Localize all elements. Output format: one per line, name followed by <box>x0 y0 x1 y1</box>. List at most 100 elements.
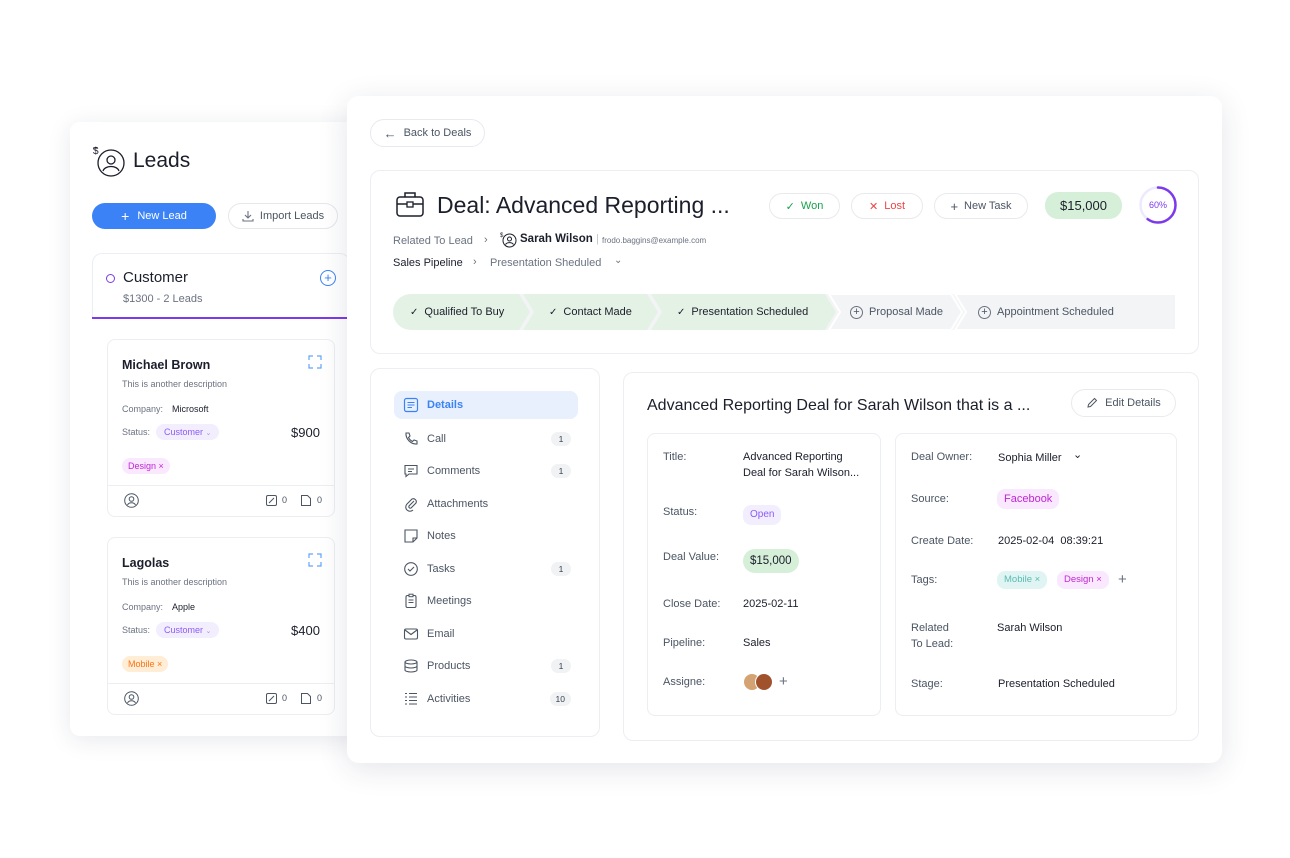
lost-label: Lost <box>884 200 905 212</box>
nav-item-comments[interactable]: Comments 1 <box>394 457 578 485</box>
edit-details-label: Edit Details <box>1105 397 1161 409</box>
title-value-line2: Deal for Sarah Wilson... <box>743 467 860 479</box>
note-icon <box>404 529 418 543</box>
nav-item-notes[interactable]: Notes <box>394 522 578 550</box>
lead-card[interactable]: Michael Brown This is another descriptio… <box>107 339 335 517</box>
back-label: Back to Deals <box>403 127 472 139</box>
progress-ring: 60% <box>1139 186 1177 224</box>
pipeline-label[interactable]: Sales Pipeline <box>393 257 463 269</box>
won-label: Won <box>800 200 824 212</box>
back-to-deals-button[interactable]: ← Back to Deals <box>370 119 485 147</box>
edit-details-button[interactable]: Edit Details <box>1071 389 1176 417</box>
stage-presentation[interactable]: ✓ Presentation Scheduled <box>677 294 808 330</box>
lead-card[interactable]: Lagolas This is another description Comp… <box>107 537 335 715</box>
status-dropdown[interactable]: Customer ⌄ <box>156 622 220 638</box>
nav-item-email[interactable]: Email <box>394 620 578 648</box>
stage-appointment[interactable]: + Appointment Scheduled <box>978 294 1114 330</box>
details-icon <box>403 397 419 413</box>
group-header <box>92 253 350 319</box>
stage-label: Qualified To Buy <box>424 306 505 318</box>
source-label: Source: <box>911 493 949 505</box>
tasks-icon <box>404 562 418 576</box>
tag-chip: Design × <box>1057 571 1109 589</box>
deal-panel: ← Back to Deals Deal: Advanced Reporting… <box>347 96 1222 763</box>
company-label: Company: <box>122 602 164 612</box>
chevron-right-icon: › <box>484 234 488 246</box>
nav-item-details[interactable]: Details <box>394 391 578 419</box>
file-count: 0 <box>317 693 323 703</box>
remove-tag-icon[interactable]: × <box>159 461 164 471</box>
pipeline-stage[interactable]: Presentation Sheduled <box>490 257 601 269</box>
lost-button[interactable]: ✕ Lost <box>851 193 923 219</box>
user-avatar-icon[interactable] <box>124 691 139 706</box>
import-leads-label: Import Leads <box>259 210 325 222</box>
stage-qualified[interactable]: ✓ Qualified To Buy <box>410 294 504 330</box>
edit-note-icon[interactable] <box>266 495 277 506</box>
nav-label: Meetings <box>427 595 472 607</box>
nav-label: Notes <box>427 530 456 542</box>
nav-label: Email <box>427 628 455 640</box>
import-leads-button[interactable]: Import Leads <box>228 203 338 229</box>
tag-label: Design <box>128 461 157 471</box>
company-value: Microsoft <box>172 404 209 414</box>
chevron-down-icon[interactable]: ⌄ <box>1073 448 1082 461</box>
expand-icon[interactable] <box>308 355 322 369</box>
owner-label: Deal Owner: <box>911 451 973 463</box>
nav-item-attachments[interactable]: Attachments <box>394 490 578 518</box>
file-icon[interactable] <box>301 693 311 704</box>
deal-value-chip: $15,000 <box>743 549 799 573</box>
source-chip: Facebook <box>997 489 1060 509</box>
status-label: Status: <box>122 427 151 437</box>
owner-value[interactable]: Sophia Miller <box>998 452 1062 464</box>
related-lead-name[interactable]: Sarah Wilson <box>520 233 593 245</box>
remove-tag-icon[interactable]: × <box>157 659 162 669</box>
won-button[interactable]: ✓ Won <box>769 193 840 219</box>
status-value: Customer <box>164 427 204 437</box>
stage-progress-bar: ✓ Qualified To Buy ✓ Contact Made ✓ Present… <box>393 294 1176 330</box>
add-assignee-icon[interactable]: + <box>779 673 788 690</box>
stage-label: Appointment Scheduled <box>997 306 1114 318</box>
tag-label: Mobile <box>1004 574 1032 585</box>
related-label-1: Related <box>911 622 949 634</box>
nav-label: Call <box>427 433 446 445</box>
nav-label: Activities <box>427 693 471 705</box>
status-chip[interactable]: Open <box>743 505 782 525</box>
stage-proposal[interactable]: + Proposal Made <box>850 294 943 330</box>
nav-item-tasks[interactable]: Tasks 1 <box>394 555 578 583</box>
add-to-group-button[interactable]: + <box>320 270 336 286</box>
lead-name: Lagolas <box>122 556 170 570</box>
deal-value-label: Deal Value: <box>663 551 720 563</box>
expand-icon[interactable] <box>308 553 322 567</box>
mail-icon <box>403 628 419 640</box>
tag-label: Design <box>1064 574 1094 585</box>
card-divider <box>108 683 334 684</box>
nav-item-products[interactable]: Products 1 <box>394 652 578 680</box>
nav-label: Comments <box>427 465 481 477</box>
status-dropdown[interactable]: Customer ⌄ <box>156 424 220 440</box>
lead-amount: $900 <box>291 425 320 440</box>
details-right-column: Deal Owner: Sophia Miller ⌄ Source: Face… <box>895 433 1177 716</box>
user-avatar-icon[interactable] <box>124 493 139 508</box>
remove-tag-icon[interactable]: × <box>1035 574 1041 585</box>
nav-item-activities[interactable]: Activities 10 <box>394 685 578 713</box>
new-task-button[interactable]: + New Task <box>934 193 1028 219</box>
related-lead-value[interactable]: Sarah Wilson <box>997 622 1062 634</box>
lead-amount: $400 <box>291 623 320 638</box>
close-icon: ✕ <box>868 200 879 213</box>
nav-item-meetings[interactable]: Meetings <box>394 587 578 615</box>
stage-contact-made[interactable]: ✓ Contact Made <box>549 294 632 330</box>
assignee-avatar[interactable] <box>755 673 773 691</box>
edit-note-icon[interactable] <box>266 693 277 704</box>
remove-tag-icon[interactable]: × <box>1096 574 1102 585</box>
tag-chip: Mobile × <box>122 656 169 672</box>
related-lead-email[interactable]: frodo.baggins@example.com <box>602 236 706 245</box>
arrow-left-icon: ← <box>383 125 397 141</box>
comment-count: 0 <box>282 693 288 703</box>
chevron-down-icon[interactable]: ⌄ <box>614 255 622 266</box>
new-lead-button[interactable]: + New Lead <box>92 203 216 229</box>
nav-item-call[interactable]: Call 1 <box>394 425 578 453</box>
details-left-column: Title: Advanced Reporting Deal for Sarah… <box>647 433 881 716</box>
details-heading: Advanced Reporting Deal for Sarah Wilson… <box>647 397 1031 414</box>
file-icon[interactable] <box>301 495 311 506</box>
add-tag-icon[interactable]: + <box>1118 571 1127 588</box>
